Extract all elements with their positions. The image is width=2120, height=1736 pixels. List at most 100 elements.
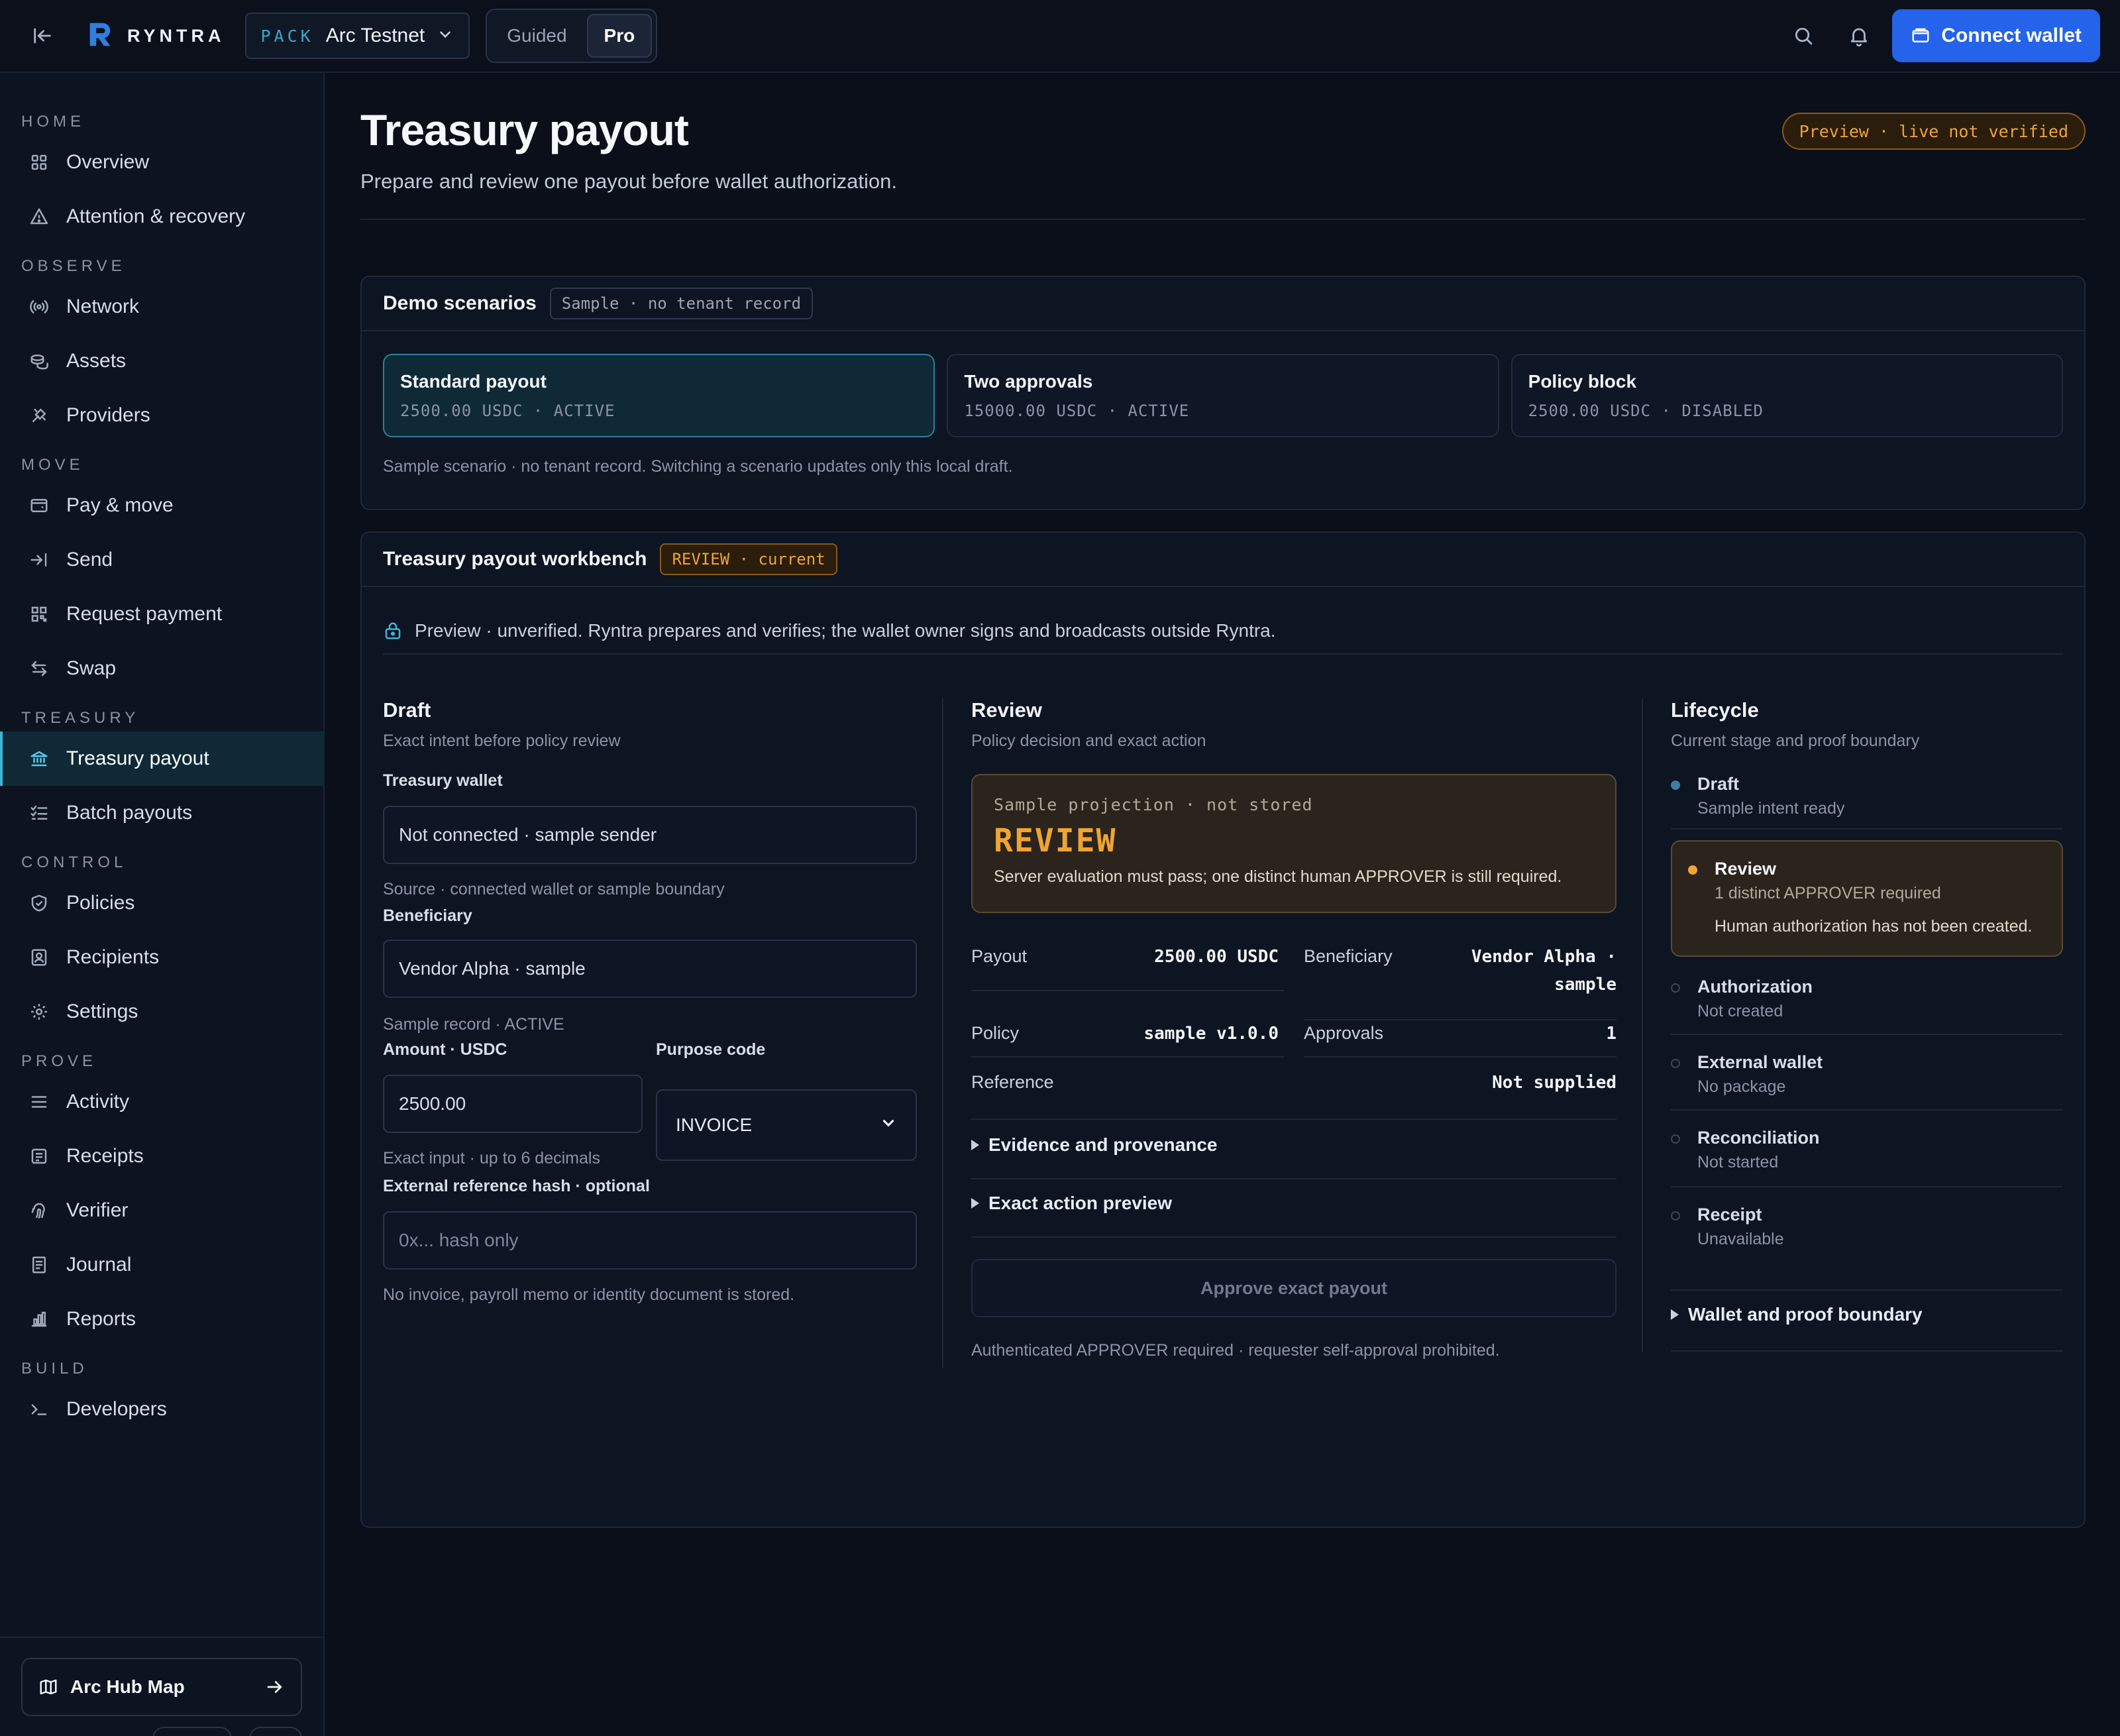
sidebar-item-verifier[interactable]: Verifier [0, 1183, 323, 1238]
sidebar-item-receipts[interactable]: Receipts [0, 1129, 323, 1183]
demo-scenarios-header: Demo scenarios Sample · no tenant record [362, 277, 2084, 331]
sidebar-item-recipients[interactable]: Recipients [0, 930, 323, 985]
wallet-proof-boundary-disclosure[interactable]: Wallet and proof boundary [1671, 1304, 1923, 1325]
qr-icon [31, 606, 47, 622]
treasury-wallet-label: Treasury wallet [383, 771, 503, 790]
sidebar-item-request-payment[interactable]: Request payment [0, 587, 323, 641]
swap-icon [31, 661, 47, 677]
sample-projection-card: Sample projection · not stored REVIEW Se… [971, 774, 1616, 913]
amount-input[interactable]: 2500.00 [383, 1075, 643, 1133]
brand[interactable]: RYNTRA [85, 19, 225, 53]
purpose-code-label: Purpose code [656, 1040, 766, 1059]
demo-scenarios-panel: Demo scenarios Sample · no tenant record… [360, 276, 2086, 510]
connect-wallet-label: Connect wallet [1941, 25, 2082, 46]
connect-wallet-button[interactable]: Connect wallet [1892, 9, 2100, 62]
sidebar-item-network[interactable]: Network [0, 280, 323, 334]
stage-receipt: Receipt Unavailable [1671, 1205, 2063, 1258]
arc-hub-map-button[interactable]: Arc Hub Map [21, 1658, 302, 1716]
mode-guided[interactable]: Guided [491, 14, 582, 58]
approve-exact-payout-button[interactable]: Approve exact payout [971, 1259, 1616, 1317]
wallet-icon [1912, 28, 1929, 42]
section-divider [971, 1178, 1616, 1179]
stage-desc: Sample intent ready [1697, 799, 1845, 818]
footer-pill[interactable] [249, 1727, 302, 1736]
beneficiary-field[interactable]: Vendor Alpha · sample [383, 940, 917, 998]
stage-current-dot [1688, 865, 1697, 875]
row-divider [971, 990, 1284, 991]
stage-pending-dot [1671, 983, 1680, 993]
projection-label: Sample projection · not stored [994, 795, 1313, 814]
sidebar-item-treasury-payout[interactable]: Treasury payout [0, 732, 323, 786]
scenario-meta: 15000.00 USDC · ACTIVE [964, 402, 1190, 420]
bell-icon[interactable] [1836, 13, 1882, 58]
map-icon [40, 1679, 57, 1695]
approvals-value: 1 [1606, 1024, 1616, 1044]
review-status-chip: REVIEW · current [660, 543, 837, 575]
treasury-wallet-field[interactable]: Not connected · sample sender [383, 806, 917, 864]
sidebar-item-policies[interactable]: Policies [0, 876, 323, 930]
reference-hash-label: External reference hash · optional [383, 1177, 650, 1195]
sidebar-item-label: Request payment [66, 603, 223, 625]
gear-icon [31, 1004, 47, 1020]
sidebar-item-assets[interactable]: Assets [0, 334, 323, 388]
network-name: Arc Testnet [325, 25, 425, 46]
scenario-policy-block[interactable]: Policy block 2500.00 USDC · DISABLED [1510, 354, 2063, 437]
ryntra-logo-icon [85, 19, 115, 53]
sidebar-item-settings[interactable]: Settings [0, 985, 323, 1039]
section-divider [971, 1236, 1616, 1238]
stage-desc: Unavailable [1697, 1230, 1784, 1248]
page-title: Treasury payout [360, 105, 689, 154]
grid-icon [31, 154, 47, 170]
stage-divider [1671, 1034, 2063, 1035]
section-move: MOVE [21, 456, 84, 474]
payout-value: 2500.00 USDC [1154, 947, 1279, 967]
draft-title: Draft [383, 698, 431, 722]
sidebar-item-label: Activity [66, 1091, 130, 1112]
purpose-code-select[interactable]: INVOICE [656, 1089, 917, 1161]
search-icon[interactable] [1781, 13, 1826, 58]
stage-name: Reconciliation [1697, 1128, 1820, 1148]
sidebar-item-batch-payouts[interactable]: Batch payouts [0, 786, 323, 840]
sidebar-item-reports[interactable]: Reports [0, 1292, 323, 1346]
sidebar-item-journal[interactable]: Journal [0, 1238, 323, 1292]
coins-icon [30, 354, 48, 370]
stage-name: Draft [1697, 774, 1740, 794]
sidebar-item-providers[interactable]: Providers [0, 388, 323, 443]
network-selector[interactable]: PACK Arc Testnet [244, 13, 470, 59]
section-treasury: TREASURY [21, 709, 140, 727]
broadcast-icon [30, 300, 48, 313]
sidebar-item-developers[interactable]: Developers [0, 1382, 323, 1437]
sidebar-item-label: Pay & move [66, 494, 174, 516]
projection-desc: Server evaluation must pass; one distinc… [994, 867, 1562, 886]
beneficiary-review-value: Vendor Alpha · sample [1435, 944, 1616, 999]
stage-draft: Draft Sample intent ready [1671, 774, 2063, 827]
mode-pro[interactable]: Pro [586, 14, 653, 58]
contact-icon [31, 949, 47, 966]
sidebar-item-label: Policies [66, 892, 135, 914]
stage-authorization: Authorization Not created [1671, 977, 2063, 1030]
wallet-proof-boundary-label: Wallet and proof boundary [1688, 1304, 1923, 1325]
stage-desc: No package [1697, 1077, 1786, 1096]
sidebar-item-pay-move[interactable]: Pay & move [0, 478, 323, 533]
lifecycle-title: Lifecycle [1671, 698, 1759, 722]
sidebar-item-attention[interactable]: Attention & recovery [0, 190, 323, 244]
arrow-right-icon [267, 1681, 282, 1693]
triangle-right-icon [1671, 1309, 1679, 1320]
main-content: Treasury payout Prepare and review one p… [326, 73, 2120, 1736]
reference-hash-input[interactable]: 0x... hash only [383, 1211, 917, 1270]
sidebar-item-overview[interactable]: Overview [0, 135, 323, 190]
scenario-two-approvals[interactable]: Two approvals 15000.00 USDC · ACTIVE [947, 354, 1499, 437]
wallet-icon [30, 499, 48, 512]
evidence-disclosure[interactable]: Evidence and provenance [971, 1134, 1217, 1156]
sidebar-item-activity[interactable]: Activity [0, 1075, 323, 1129]
section-observe: OBSERVE [21, 257, 126, 275]
action-preview-disclosure[interactable]: Exact action preview [971, 1193, 1172, 1214]
sidebar-item-swap[interactable]: Swap [0, 641, 323, 696]
stage-done-dot [1671, 781, 1680, 790]
draft-subtitle: Exact intent before policy review [383, 732, 621, 750]
collapse-sidebar-icon[interactable] [20, 13, 65, 58]
sidebar-item-send[interactable]: Send [0, 533, 323, 587]
scenario-standard-payout[interactable]: Standard payout 2500.00 USDC · ACTIVE [383, 354, 935, 437]
footer-pill[interactable] [152, 1727, 232, 1736]
stage-desc: Not created [1697, 1002, 1783, 1020]
